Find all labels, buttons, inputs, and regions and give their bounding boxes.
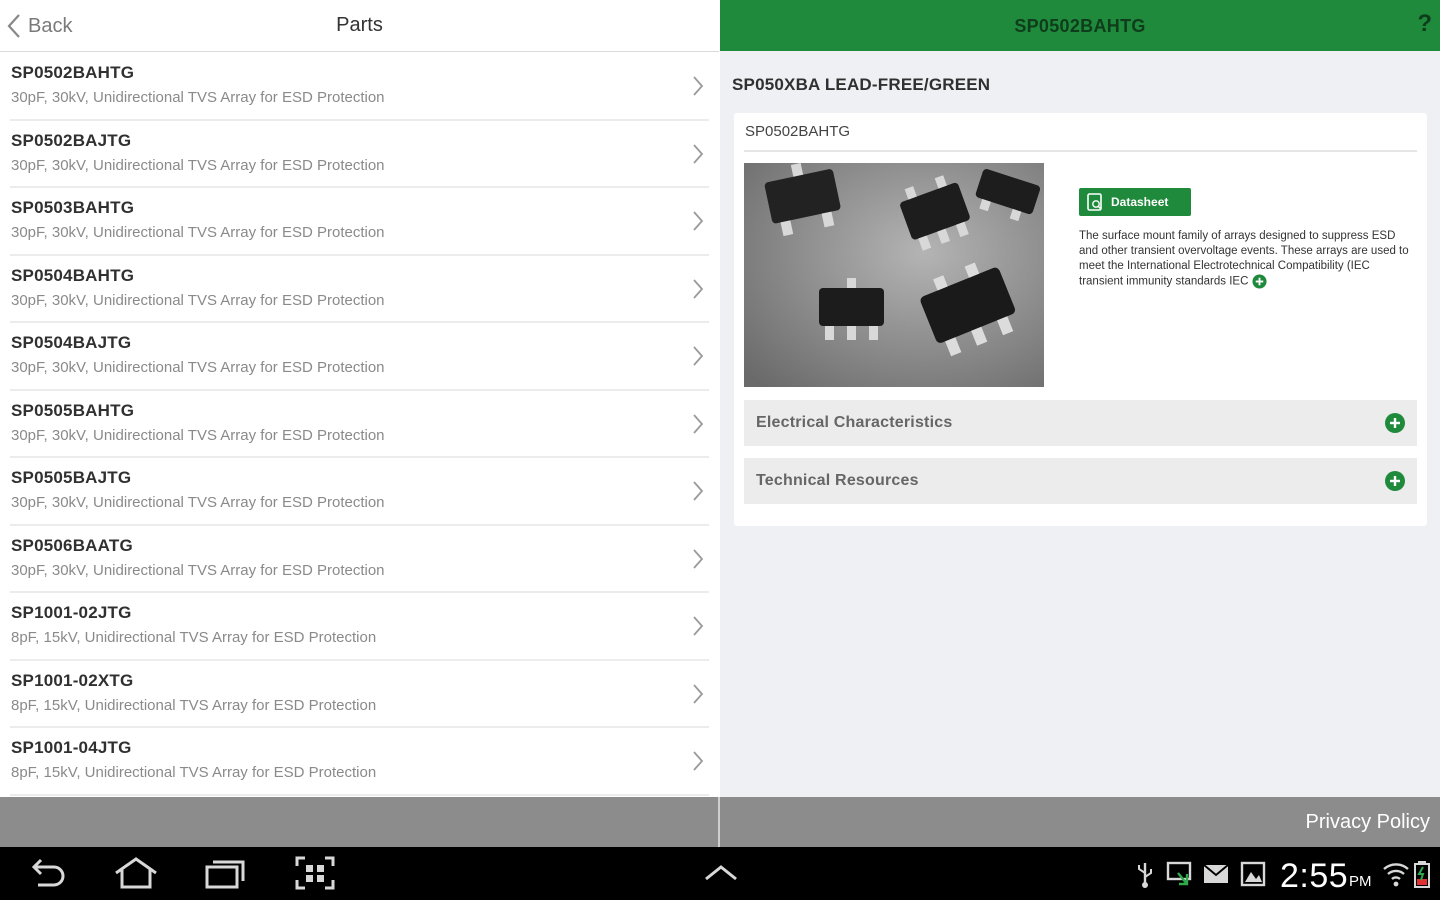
list-item[interactable]: SP0506BAATG 30pF, 30kV, Unidirectional T… [0,526,709,594]
chevron-right-icon [693,751,704,771]
part-name: SP0502BAJTG [11,130,132,150]
help-button[interactable]: ? [1417,10,1432,38]
chevron-up-icon[interactable] [702,855,740,891]
datasheet-button[interactable]: Datasheet [1079,188,1191,216]
usb-icon [1138,863,1152,888]
part-description: 8pF, 15kV, Unidirectional TVS Array for … [11,629,377,646]
part-name: SP0506BAATG [11,535,133,555]
chevron-right-icon [693,481,704,501]
list-item[interactable]: SP0503BAHTG 30pF, 30kV, Unidirectional T… [0,188,709,256]
chevron-right-icon [693,346,704,366]
part-description: 30pF, 30kV, Unidirectional TVS Array for… [11,561,385,579]
email-icon [1203,864,1229,883]
chevron-right-icon [693,278,704,299]
plus-circle-icon [1385,471,1405,491]
product-image [744,163,1044,387]
list-item[interactable]: SP0502BAJTG 30pF, 30kV, Unidirectional T… [0,121,709,189]
datasheet-label: Datasheet [1111,195,1169,209]
part-description: 8pF, 15kV, Unidirectional TVS Array for … [11,764,377,781]
chevron-right-icon [693,683,704,704]
gallery-icon [1240,861,1266,887]
list-item[interactable]: SP0504BAHTG 30pF, 30kV, Unidirectional T… [0,256,709,324]
product-description: The surface mount family of arrays desig… [1079,229,1409,290]
clock-ampm: PM [1349,873,1372,890]
technical-resources-section[interactable]: Technical Resources [744,458,1417,504]
list-item[interactable]: SP1001-02JTG 8pF, 15kV, Unidirectional T… [0,593,709,661]
chevron-right-icon [693,548,704,569]
left-footer-bar [0,797,718,847]
part-name: SP1001-04JTG [11,738,132,757]
parts-list: SP0502BAHTG 30pF, 30kV, Unidirectional T… [0,53,719,796]
part-name: SP0504BAJTG [11,333,132,352]
part-description: 30pF, 30kV, Unidirectional TVS Array for… [11,494,385,511]
section-label: Technical Resources [756,472,919,489]
back-nav-icon[interactable] [28,855,68,891]
part-description: 30pF, 30kV, Unidirectional TVS Array for… [11,89,385,106]
list-item[interactable]: SP0505BAHTG 30pF, 30kV, Unidirectional T… [0,391,709,459]
list-item[interactable]: SP0505BAJTG 30pF, 30kV, Unidirectional T… [0,458,709,526]
chevron-right-icon [693,211,704,231]
battery-icon [1414,861,1430,888]
card-part-number: SP0502BAHTG [745,123,851,140]
part-description: 30pF, 30kV, Unidirectional TVS Array for… [11,224,385,241]
page-title: Parts [336,14,383,36]
part-description: 30pF, 30kV, Unidirectional TVS Array for… [11,426,385,444]
recent-apps-icon[interactable] [203,855,249,891]
chevron-right-icon [693,143,704,164]
part-description: 30pF, 30kV, Unidirectional TVS Array for… [11,359,385,376]
chevron-right-icon [693,76,704,96]
detail-title: SP0502BAHTG [1014,16,1146,36]
parts-list-pane: Back Parts SP0502BAHTG 30pF, 30kV, Unidi… [0,0,719,797]
list-item[interactable]: SP1001-02XTG 8pF, 15kV, Unidirectional T… [0,661,709,729]
parts-header: Back Parts [0,0,719,52]
section-label: Electrical Characteristics [756,414,953,431]
list-item[interactable]: SP0502BAHTG 30pF, 30kV, Unidirectional T… [0,53,709,121]
wifi-icon [1383,863,1409,887]
part-description: 30pF, 30kV, Unidirectional TVS Array for… [11,291,385,309]
divider [744,150,1417,152]
part-detail-pane: SP0502BAHTG ? SP050XBA LEAD-FREE/GREEN S… [720,0,1440,797]
list-item[interactable]: SP1001-04JTG 8pF, 15kV, Unidirectional T… [0,728,709,796]
plus-circle-icon[interactable] [1252,274,1267,289]
part-description: 8pF, 15kV, Unidirectional TVS Array for … [11,696,377,714]
part-name: SP0505BAJTG [11,468,132,487]
product-family-heading: SP050XBA LEAD-FREE/GREEN [732,75,991,94]
part-name: SP0502BAHTG [11,63,135,82]
part-detail-card: SP0502BAHTG Datasheet The surface mount … [734,113,1427,526]
list-item[interactable]: SP0504BAJTG 30pF, 30kV, Unidirectional T… [0,323,709,391]
home-icon[interactable] [112,855,160,891]
document-icon [1087,193,1102,211]
screen-mirroring-icon [1166,861,1192,886]
chevron-right-icon [693,413,704,434]
plus-circle-icon [1385,413,1405,433]
chevron-right-icon [693,616,704,636]
part-description: 30pF, 30kV, Unidirectional TVS Array for… [11,156,385,174]
detail-header: SP0502BAHTG ? [720,0,1440,51]
part-name: SP0503BAHTG [11,198,135,217]
clock-time: 2:55 [1280,857,1349,895]
product-photo-illustration [744,163,1044,387]
right-footer-bar: Privacy Policy [720,797,1440,847]
electrical-characteristics-section[interactable]: Electrical Characteristics [744,400,1417,446]
part-name: SP0504BAHTG [11,265,135,285]
part-name: SP0505BAHTG [11,400,135,420]
part-name: SP1001-02XTG [11,670,134,690]
privacy-policy-link[interactable]: Privacy Policy [1306,811,1430,834]
product-description-text: The surface mount family of arrays desig… [1079,230,1409,288]
system-navigation-bar: 2:55 PM [0,847,1440,900]
part-name: SP1001-02JTG [11,603,132,622]
screenshot-icon[interactable] [294,855,336,891]
